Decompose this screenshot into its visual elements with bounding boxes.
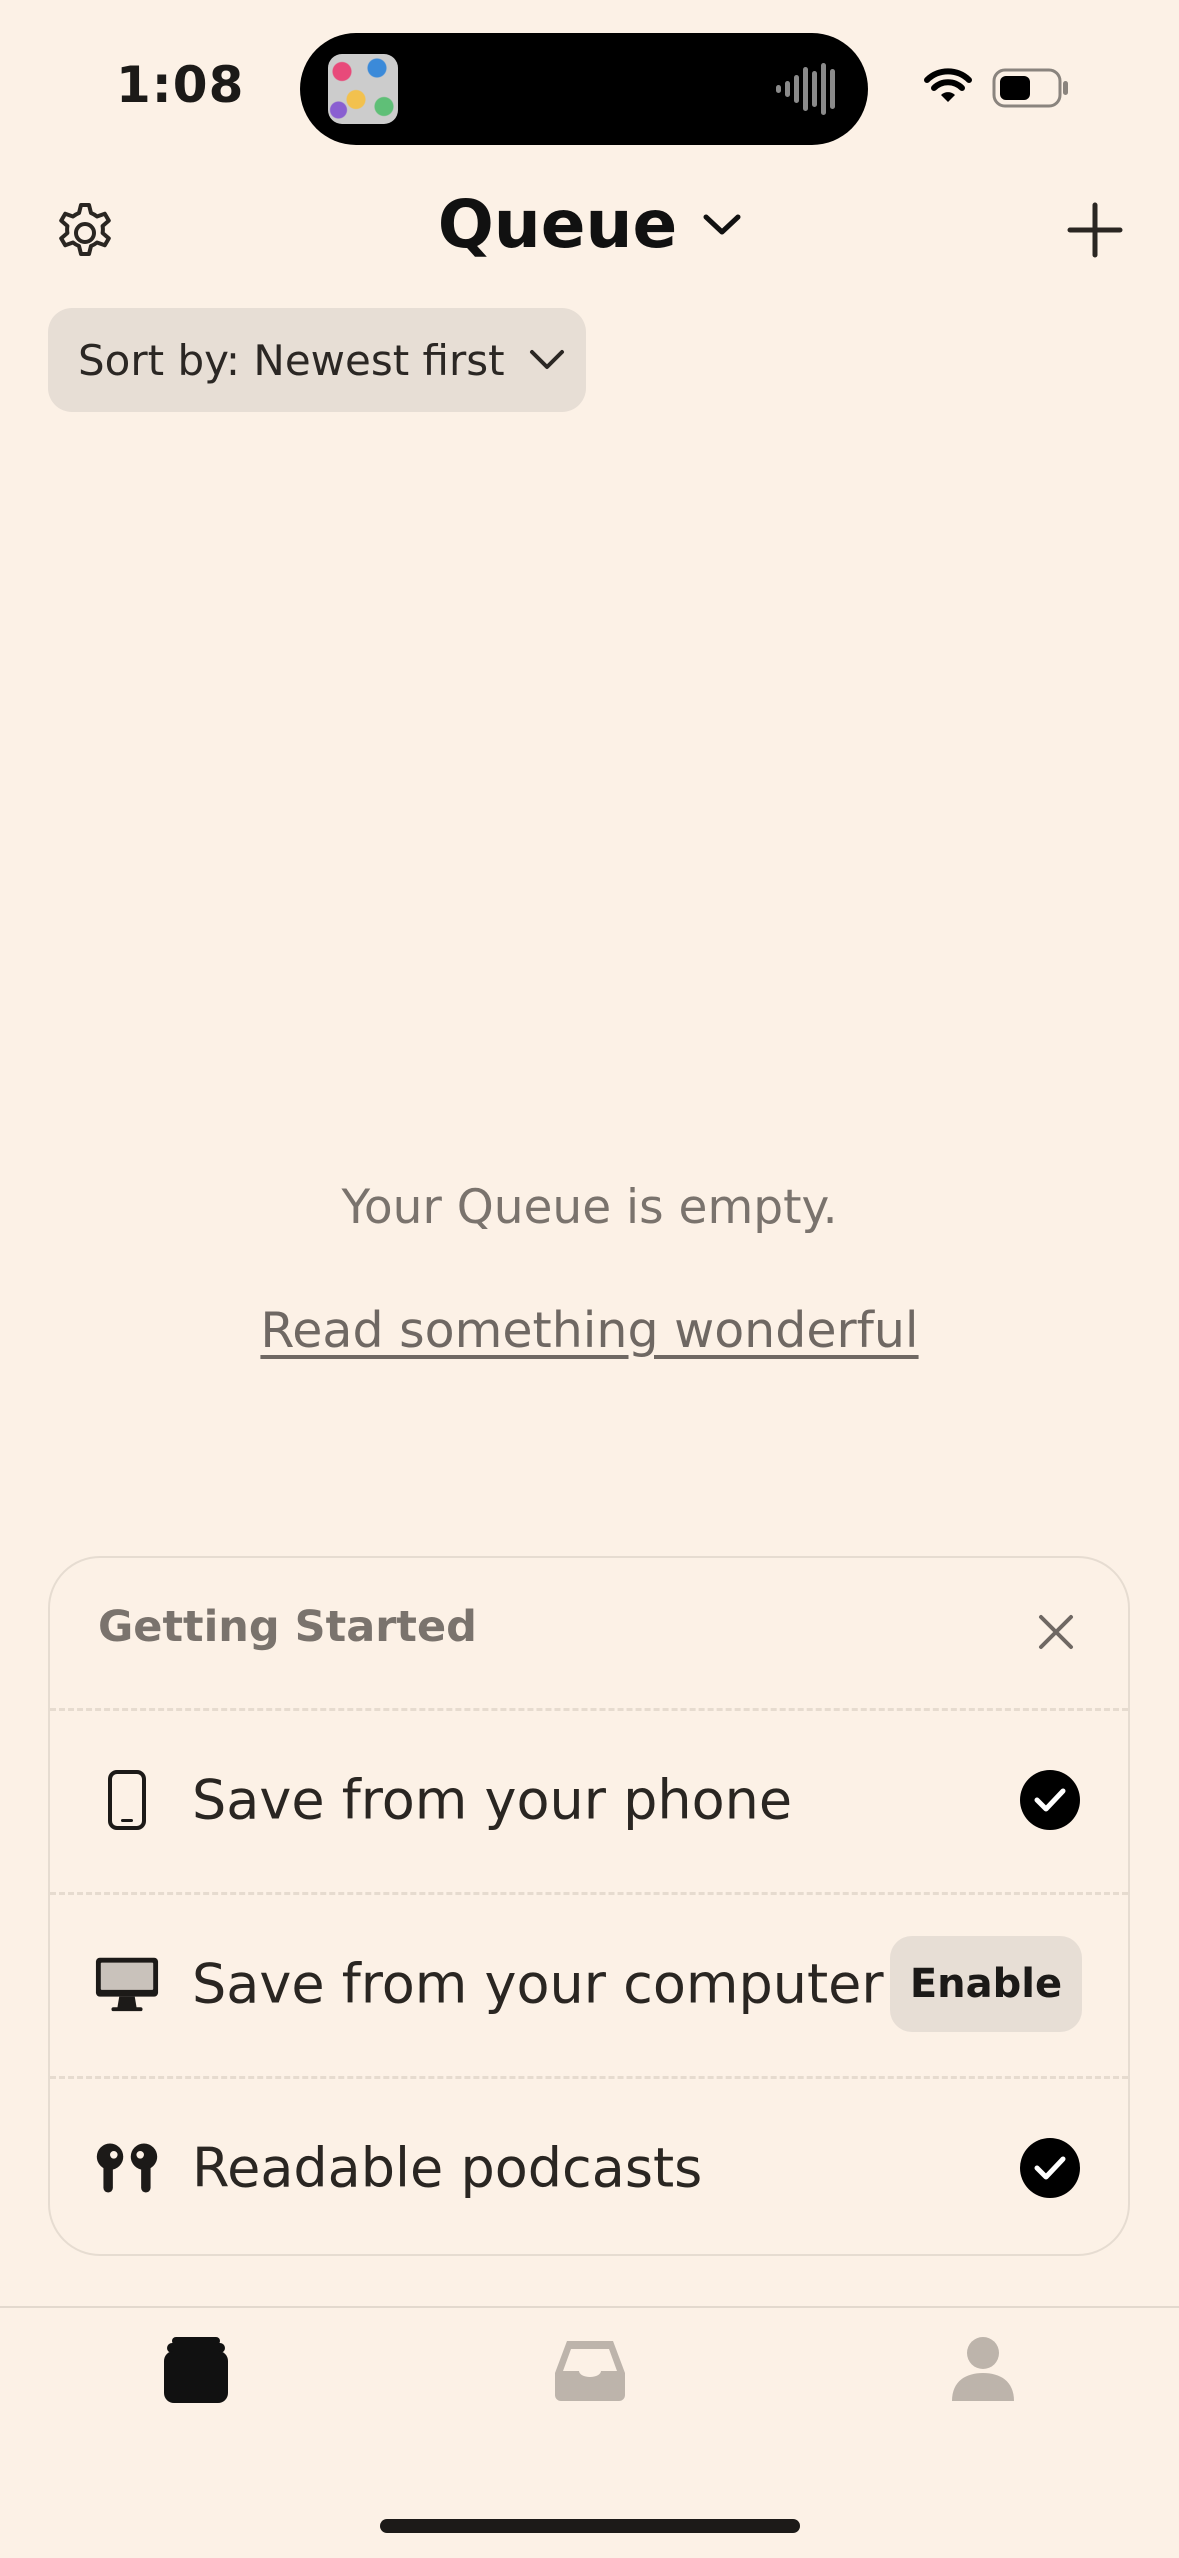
list-item-readable-podcasts[interactable]: Readable podcasts (50, 2078, 1128, 2258)
phone-icon (94, 1767, 160, 1833)
battery-icon (992, 68, 1068, 108)
stack-icon (164, 2337, 228, 2403)
checkmark-icon (1020, 2138, 1080, 2198)
list-item-save-computer: Save from your computer Enable (50, 1894, 1128, 2074)
read-something-link[interactable]: Read something wonderful (0, 1302, 1179, 1359)
status-time: 1:08 (116, 56, 245, 114)
tab-inbox[interactable] (530, 2320, 650, 2420)
chevron-down-icon (703, 214, 741, 234)
getting-started-card: Getting Started Save from your phone Sav… (48, 1556, 1130, 2256)
tab-queue[interactable] (136, 2320, 256, 2420)
now-playing-artwork (328, 54, 398, 124)
add-button[interactable] (1060, 195, 1130, 265)
list-item-save-phone[interactable]: Save from your phone (50, 1710, 1128, 1890)
title-bar: Queue (0, 186, 1179, 263)
plus-icon (1067, 202, 1123, 258)
wifi-icon (924, 68, 972, 102)
home-indicator[interactable] (380, 2519, 800, 2533)
card-title: Getting Started (98, 1602, 477, 1652)
empty-queue-message: Your Queue is empty. (341, 1180, 838, 1235)
list-item-label: Readable podcasts (192, 2136, 703, 2200)
audio-waveform-icon (776, 63, 835, 115)
page-title: Queue (437, 186, 678, 263)
list-item-label: Save from your phone (192, 1768, 793, 1832)
checkmark-icon (1020, 1770, 1080, 1830)
sort-dropdown[interactable]: Sort by: Newest first (48, 308, 586, 412)
inbox-icon (555, 2341, 625, 2401)
computer-icon (94, 1951, 160, 2017)
queue-switcher[interactable]: Queue (438, 186, 742, 263)
close-icon (1039, 1615, 1073, 1649)
person-icon (952, 2337, 1014, 2401)
tab-profile[interactable] (923, 2320, 1043, 2420)
close-card-button[interactable] (1026, 1602, 1086, 1662)
airpods-icon (94, 2135, 160, 2201)
chevron-down-icon (529, 350, 564, 369)
enable-button[interactable]: Enable (890, 1936, 1082, 2032)
sort-label: Sort by: Newest first (78, 335, 505, 385)
dynamic-island[interactable] (300, 33, 868, 145)
list-item-label: Save from your computer (192, 1952, 884, 2016)
